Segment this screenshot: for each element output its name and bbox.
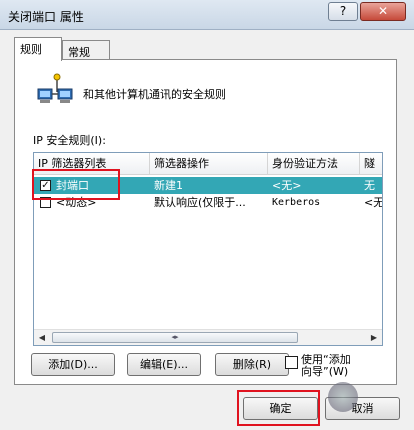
rules-list[interactable]: IP 筛选器列表 筛选器操作 身份验证方法 隧 ✓ 封端口 新建1 <无> 无 … — [33, 152, 383, 346]
edit-button[interactable]: 编辑(E)... — [127, 353, 201, 376]
table-row[interactable]: ✓ 封端口 新建1 <无> 无 — [34, 177, 382, 194]
scroll-right-icon[interactable]: ▶ — [366, 330, 382, 345]
help-button[interactable]: ? — [328, 2, 358, 21]
cell-auth-method: Kerberos — [272, 197, 321, 208]
title-bar: 关闭端口 属性 ? ✕ — [0, 0, 414, 30]
cell-tunnel: <无 — [364, 196, 383, 209]
description-text: 和其他计算机通讯的安全规则 — [83, 88, 226, 101]
column-header-filter-action[interactable]: 筛选器操作 — [150, 153, 268, 175]
horizontal-scrollbar[interactable]: ◀ ◂▸ ▶ — [34, 329, 382, 345]
tab-general[interactable]: 常规 — [62, 40, 110, 61]
cell-filter-list: 封端口 — [56, 179, 89, 192]
delete-button[interactable]: 删除(R) — [215, 353, 289, 376]
add-button[interactable]: 添加(D)... — [31, 353, 115, 376]
close-button[interactable]: ✕ — [360, 2, 406, 21]
rules-panel: 和其他计算机通讯的安全规则 IP 安全规则(I): IP 筛选器列表 筛选器操作… — [14, 59, 397, 385]
cell-tunnel: 无 — [364, 179, 375, 192]
wizard-checkbox[interactable] — [285, 356, 298, 369]
watermark-icon — [328, 382, 358, 412]
scroll-thumb[interactable]: ◂▸ — [52, 332, 298, 343]
wizard-label: 使用“添加向导”(W) — [301, 353, 351, 378]
cell-filter-action: 默认响应(仅限于... — [154, 196, 246, 209]
cell-filter-list: <动态> — [56, 196, 97, 209]
cell-auth-method: <无> — [272, 179, 302, 192]
network-computers-icon — [37, 73, 73, 103]
list-header: IP 筛选器列表 筛选器操作 身份验证方法 隧 — [34, 153, 382, 175]
column-header-filter-list[interactable]: IP 筛选器列表 — [34, 153, 150, 175]
rules-list-label: IP 安全规则(I): — [33, 134, 106, 147]
column-header-auth-method[interactable]: 身份验证方法 — [268, 153, 360, 175]
window-title: 关闭端口 属性 — [8, 10, 84, 24]
scroll-left-icon[interactable]: ◀ — [34, 330, 50, 345]
cell-filter-action: 新建1 — [154, 179, 183, 192]
ok-button[interactable]: 确定 — [243, 397, 318, 420]
tab-rules[interactable]: 规则 — [14, 37, 62, 61]
table-row[interactable]: <动态> 默认响应(仅限于... Kerberos <无 — [34, 194, 383, 211]
column-header-tunnel[interactable]: 隧 — [360, 153, 382, 175]
watermark-logo — [328, 380, 408, 420]
